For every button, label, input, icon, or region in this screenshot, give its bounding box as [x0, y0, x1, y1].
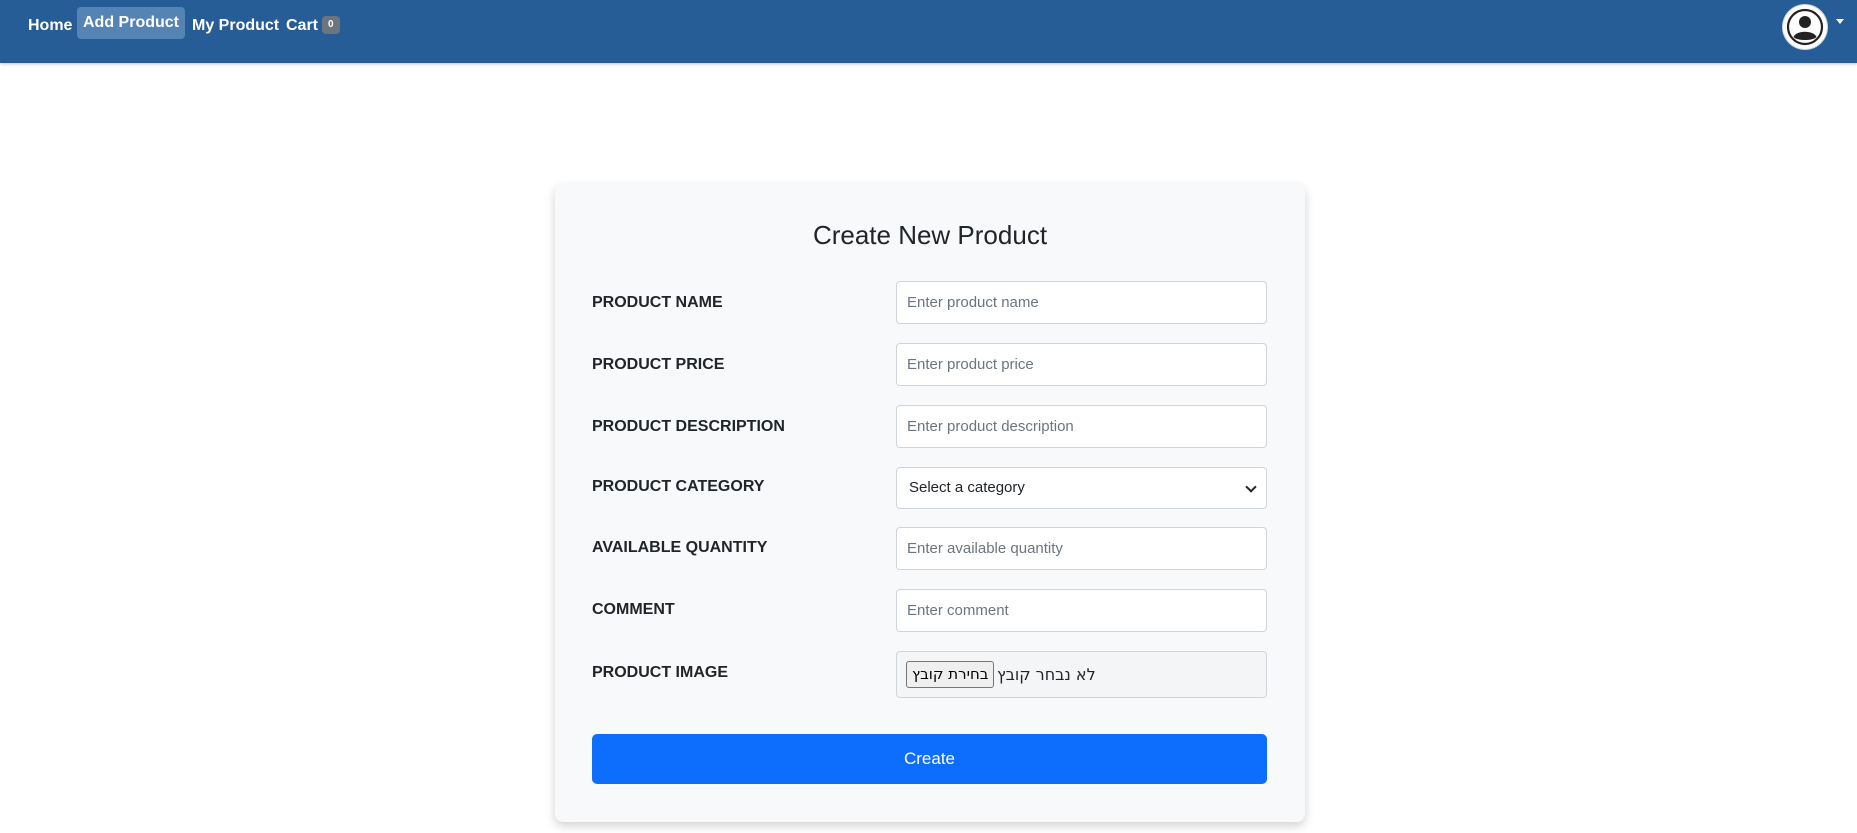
comment-label: COMMENT	[592, 601, 675, 618]
product-description-label: PRODUCT DESCRIPTION	[592, 418, 785, 435]
chevron-down-icon[interactable]	[1836, 19, 1844, 24]
product-price-label: PRODUCT PRICE	[592, 356, 725, 373]
choose-file-button[interactable]: בחירת קובץ	[906, 661, 995, 688]
nav-home-link[interactable]: Home	[28, 0, 72, 50]
nav-cart-label: Cart	[286, 17, 319, 34]
file-status-text: לא נבחר קובץ	[997, 665, 1096, 684]
available-quantity-label: AVAILABLE QUANTITY	[592, 539, 768, 556]
product-image-label: PRODUCT IMAGE	[592, 664, 728, 681]
product-image-file-input[interactable]: בחירת קובץ לא נבחר קובץ	[896, 651, 1267, 698]
product-description-input[interactable]	[896, 405, 1267, 448]
category-selected-value: Select a category	[909, 479, 1025, 496]
product-price-input[interactable]	[896, 343, 1267, 386]
top-navbar: Home Add Product My Product Cart 0	[0, 0, 1857, 63]
product-category-select[interactable]: Select a category	[896, 467, 1267, 509]
nav-cart-link[interactable]: Cart 0	[286, 0, 340, 50]
user-circle-icon	[1786, 8, 1824, 46]
available-quantity-input[interactable]	[896, 527, 1267, 570]
nav-my-product-link[interactable]: My Product	[192, 0, 279, 50]
product-name-label: PRODUCT NAME	[592, 294, 723, 311]
page-title: Create New Product	[812, 220, 1048, 250]
user-avatar-button[interactable]	[1783, 5, 1827, 49]
create-product-card: Create New Product PRODUCT NAME PRODUCT …	[555, 184, 1305, 822]
chevron-down-icon	[1245, 481, 1257, 493]
product-category-label: PRODUCT CATEGORY	[592, 478, 765, 495]
nav-add-product-link[interactable]: Add Product	[77, 7, 185, 39]
cart-count-badge: 0	[322, 15, 340, 34]
comment-input[interactable]	[896, 589, 1267, 632]
product-name-input[interactable]	[896, 281, 1267, 324]
create-button[interactable]: Create	[592, 734, 1267, 784]
